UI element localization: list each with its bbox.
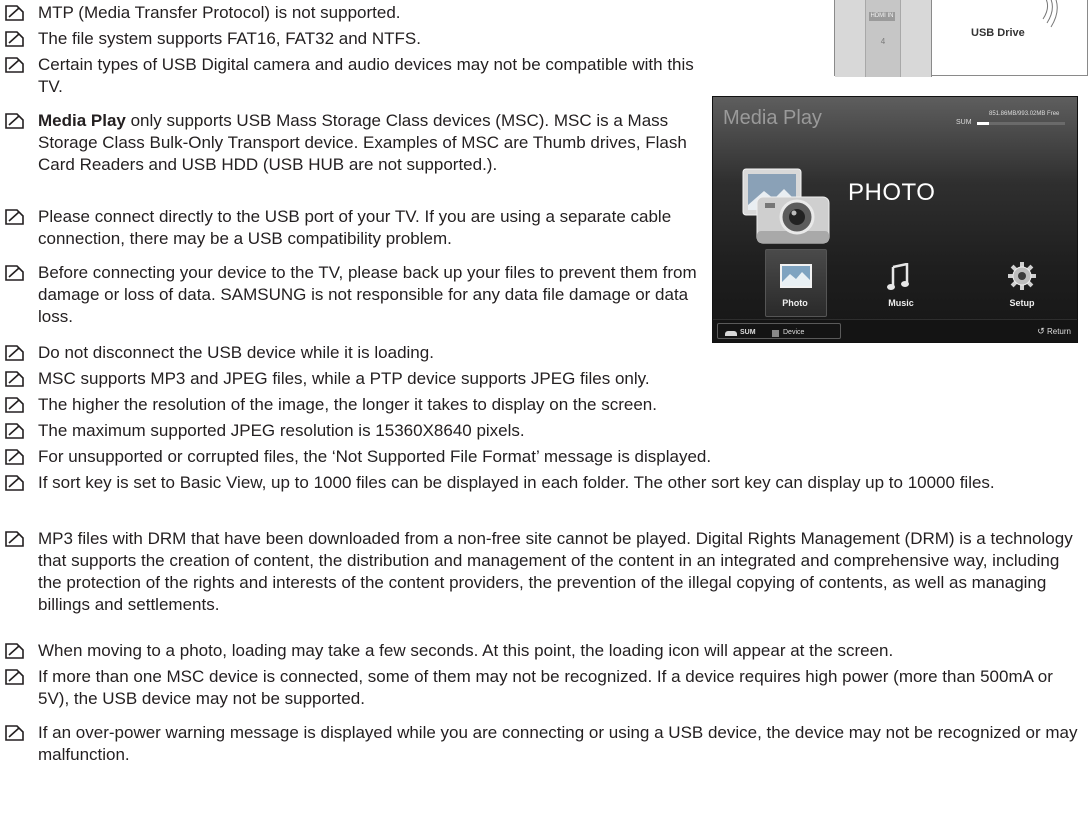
note-icon <box>5 531 24 547</box>
note-icon <box>5 57 24 73</box>
hdmi-port-column: HDMI IN 4 <box>865 0 901 77</box>
note-icon <box>5 643 24 659</box>
current-mode-label: PHOTO <box>848 179 936 206</box>
note-icon <box>5 209 24 225</box>
usb-drive-label: USB Drive <box>971 27 1025 39</box>
note-text: Please connect directly to the USB port … <box>38 207 672 248</box>
return-icon: ↺ <box>1037 326 1045 336</box>
note-icon <box>5 31 24 47</box>
camera-icon <box>742 168 830 244</box>
tab-music[interactable]: Music <box>871 298 931 308</box>
note-item: MP3 files with DRM that have been downlo… <box>0 528 1084 616</box>
note-text: For unsupported or corrupted files, the … <box>38 447 712 466</box>
usb-drive-signal-icon <box>1042 0 1058 28</box>
footer-device-label[interactable]: Device <box>783 329 804 336</box>
note-icon <box>5 265 24 281</box>
note-text: Before connecting your device to the TV,… <box>38 263 697 326</box>
note-text: When moving to a photo, loading may take… <box>38 641 894 660</box>
media-play-term: Media Play <box>38 111 126 130</box>
hdmi-port-tag: HDMI IN <box>869 12 895 21</box>
gear-icon[interactable] <box>1007 261 1037 291</box>
note-icon <box>5 371 24 387</box>
note-text: The higher the resolution of the image, … <box>38 395 657 414</box>
music-icon[interactable] <box>887 263 911 291</box>
device-button-icon <box>772 330 779 337</box>
tv-side-panel: HDMI IN 4 <box>835 0 932 77</box>
return-label: Return <box>1046 327 1071 336</box>
note-item: For unsupported or corrupted files, the … <box>0 446 1084 468</box>
note-text: MSC supports MP3 and JPEG files, while a… <box>38 369 650 388</box>
note-item: Before connecting your device to the TV,… <box>0 262 700 328</box>
storage-bar-fill <box>977 122 990 125</box>
footer-sum-label[interactable]: SUM <box>740 329 756 336</box>
note-text: Media Play only supports USB Mass Storag… <box>38 110 700 176</box>
note-icon <box>5 5 24 21</box>
tab-photo[interactable]: Photo <box>765 298 825 308</box>
note-icon <box>5 449 24 465</box>
note-item: When moving to a photo, loading may take… <box>0 640 1084 662</box>
note-icon <box>5 725 24 741</box>
footer-button-group: SUM Device <box>717 323 841 339</box>
note-text: The file system supports FAT16, FAT32 an… <box>38 29 421 48</box>
tab-setup[interactable]: Setup <box>992 298 1052 308</box>
media-play-title: Media Play <box>723 107 822 129</box>
note-icon <box>5 475 24 491</box>
photo-icon[interactable] <box>779 263 813 289</box>
note-item: If sort key is set to Basic View, up to … <box>0 472 1084 494</box>
usb-connection-diagram: HDMI IN 4 USB Drive <box>834 0 1088 77</box>
note-item: Certain types of USB Digital camera and … <box>0 54 700 98</box>
note-text: If an over-power warning message is disp… <box>38 723 1078 764</box>
media-play-screen: Media Play SUM 851.86MB/993.02MB Free PH… <box>712 96 1078 343</box>
note-item: If an over-power warning message is disp… <box>0 722 1084 766</box>
note-item: MSC supports MP3 and JPEG files, while a… <box>0 368 1084 390</box>
note-item: If more than one MSC device is connected… <box>0 666 1084 710</box>
note-icon <box>5 397 24 413</box>
note-icon <box>5 345 24 361</box>
return-button[interactable]: ↺ Return <box>1037 326 1071 337</box>
note-icon <box>5 669 24 685</box>
note-text-rest: only supports USB Mass Storage Class dev… <box>38 111 687 174</box>
note-text: If sort key is set to Basic View, up to … <box>38 473 995 492</box>
note-item: The maximum supported JPEG resolution is… <box>0 420 1084 442</box>
note-item: Please connect directly to the USB port … <box>0 206 700 250</box>
note-text: Certain types of USB Digital camera and … <box>38 55 694 96</box>
note-item: Media Play only supports USB Mass Storag… <box>0 110 700 176</box>
note-text: Do not disconnect the USB device while i… <box>38 343 434 362</box>
note-item: The higher the resolution of the image, … <box>0 394 1084 416</box>
hdmi-port-number: 4 <box>880 37 886 46</box>
note-text: MP3 files with DRM that have been downlo… <box>38 529 1073 614</box>
sum-button-icon <box>725 331 737 336</box>
storage-free-text: 851.86MB/993.02MB Free <box>989 111 1060 117</box>
note-icon <box>5 423 24 439</box>
note-icon <box>5 113 24 129</box>
note-item: Do not disconnect the USB device while i… <box>0 342 1084 364</box>
storage-sum-label: SUM <box>956 119 972 126</box>
storage-bar <box>977 122 1065 125</box>
note-text: If more than one MSC device is connected… <box>38 667 1053 708</box>
note-text: The maximum supported JPEG resolution is… <box>38 421 525 440</box>
media-play-footer: SUM Device ↺ Return <box>713 319 1077 342</box>
note-item: The file system supports FAT16, FAT32 an… <box>0 28 700 50</box>
